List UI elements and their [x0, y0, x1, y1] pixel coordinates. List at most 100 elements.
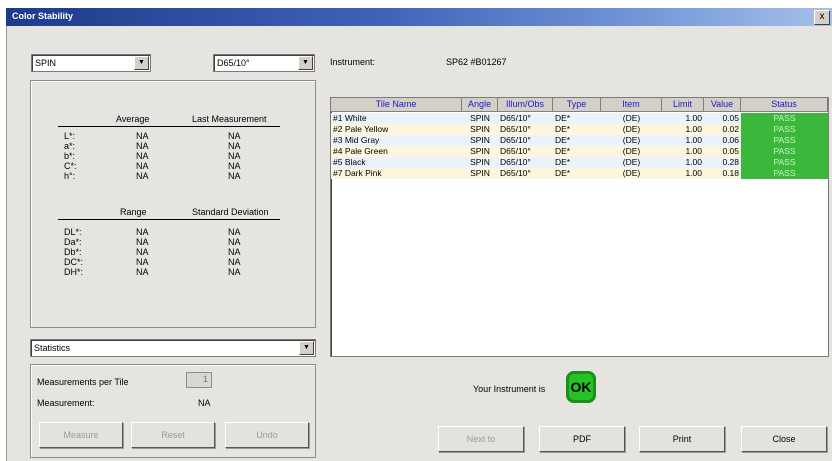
cell-angle: SPIN	[470, 113, 490, 123]
stat-label: a*:	[64, 141, 76, 151]
close-button[interactable]: Close	[741, 426, 827, 452]
chevron-down-icon[interactable]: ▼	[298, 56, 313, 70]
table-row[interactable]: #2 Pale Yellow SPIN D65/10° DE* (DE) 1.00 0.02…	[331, 124, 828, 135]
last-measurement-value: NA	[228, 171, 241, 181]
cell-item: (DE)	[622, 146, 641, 156]
cell-value: 0.05	[722, 146, 739, 156]
cell-angle: SPIN	[470, 157, 490, 167]
chevron-down-icon[interactable]: ▼	[134, 56, 149, 70]
table-row[interactable]: #4 Pale Green SPIN D65/10° DE* (DE) 1.00 0.05 P…	[331, 146, 828, 157]
instrument-value: SP62 #B01267	[446, 57, 507, 67]
cell-limit: 1.00	[685, 168, 702, 178]
cell-limit: 1.00	[685, 146, 702, 156]
last-measurement-value: NA	[228, 141, 241, 151]
stat-label: b*:	[64, 151, 76, 161]
close-window-button[interactable]: x	[814, 10, 830, 25]
illuminant-select[interactable]: D65/10° ▼	[213, 54, 315, 72]
cell-value: 0.05	[722, 113, 739, 123]
average-value: NA	[136, 171, 149, 181]
standard-deviation-value: NA	[228, 257, 241, 267]
instrument-label: Instrument:	[330, 57, 376, 67]
column-header-limit[interactable]: Limit	[662, 98, 704, 112]
last-measurement-header: Last Measurement	[192, 114, 267, 124]
column-header-angle[interactable]: Angle	[462, 98, 498, 112]
measurements-per-tile-label: Measurements per Tile	[37, 377, 129, 387]
cell-tile-name: #2 Pale Yellow	[333, 124, 389, 134]
table-row[interactable]: #3 Mid Gray SPIN D65/10° DE* (DE) 1.00 0.06 PAS…	[331, 135, 828, 146]
cell-type: DE*	[555, 157, 571, 167]
print-button[interactable]: Print	[639, 426, 725, 452]
cell-value: 0.02	[722, 124, 739, 134]
pdf-button[interactable]: PDF	[539, 426, 625, 452]
cell-tile-name: #7 Dark Pink	[333, 168, 382, 178]
view-select-value: Statistics	[34, 343, 71, 353]
cell-tile-name: #3 Mid Gray	[333, 135, 380, 145]
average-value: NA	[136, 131, 149, 141]
chevron-down-icon[interactable]: ▼	[299, 341, 314, 355]
cell-tile-name: #4 Pale Green	[333, 146, 388, 156]
cell-status: PASS	[741, 168, 828, 179]
table-row[interactable]: #1 White SPIN D65/10° DE* (DE) 1.00 0.05 PASS	[331, 113, 828, 124]
cell-type: DE*	[555, 124, 571, 134]
cell-limit: 1.00	[685, 113, 702, 123]
title-bar: Color Stability x	[6, 8, 832, 26]
column-header-type[interactable]: Type	[553, 98, 601, 112]
cell-item: (DE)	[622, 113, 641, 123]
ok-status-badge: OK	[566, 371, 596, 403]
cell-type: DE*	[555, 135, 571, 145]
column-header-illum-obs[interactable]: Illum/Obs	[498, 98, 553, 112]
column-header-status[interactable]: Status	[741, 98, 828, 112]
range-value: NA	[136, 227, 149, 237]
cell-illum-obs: D65/10°	[500, 135, 531, 145]
measurements-per-tile-input[interactable]: 1	[186, 372, 212, 388]
cell-status: PASS	[741, 146, 828, 157]
last-measurement-value: NA	[228, 131, 241, 141]
window-title: Color Stability	[12, 11, 74, 21]
average-value: NA	[136, 141, 149, 151]
reset-button[interactable]: Reset	[131, 422, 215, 448]
table-row[interactable]: #5 Black SPIN D65/10° DE* (DE) 1.00 0.28 PASS	[331, 157, 828, 168]
standard-deviation-value: NA	[228, 267, 241, 277]
stat-label: h°:	[64, 171, 76, 181]
cell-item: (DE)	[622, 157, 641, 167]
results-table[interactable]: Tile Name Angle Illum/Obs Type Item Limit Valu…	[330, 97, 829, 357]
stats-divider-2	[58, 219, 280, 220]
column-header-tile-name[interactable]: Tile Name	[331, 98, 462, 112]
cell-value: 0.18	[722, 168, 739, 178]
angle-select-value: SPIN	[35, 58, 57, 68]
view-select[interactable]: Statistics ▼	[30, 339, 316, 357]
undo-button[interactable]: Undo	[225, 422, 309, 448]
cell-angle: SPIN	[470, 124, 490, 134]
angle-select[interactable]: SPIN ▼	[31, 54, 151, 72]
cell-limit: 1.00	[685, 157, 702, 167]
last-measurement-value: NA	[228, 161, 241, 171]
cell-value: 0.06	[722, 135, 739, 145]
range-header: Range	[120, 207, 147, 217]
column-header-value[interactable]: Value	[704, 98, 741, 112]
cell-status: PASS	[741, 113, 828, 124]
measurement-label: Measurement:	[37, 398, 95, 408]
measurement-value: NA	[198, 398, 211, 408]
cell-type: DE*	[555, 168, 571, 178]
measure-button[interactable]: Measure	[39, 422, 123, 448]
cell-angle: SPIN	[470, 135, 490, 145]
cell-limit: 1.00	[685, 135, 702, 145]
average-value: NA	[136, 151, 149, 161]
range-value: NA	[136, 247, 149, 257]
cell-item: (DE)	[622, 124, 641, 134]
range-value: NA	[136, 237, 149, 247]
measurements-per-tile-value: 1	[202, 374, 208, 384]
next-button[interactable]: Next to	[438, 426, 524, 452]
table-row[interactable]: #7 Dark Pink SPIN D65/10° DE* (DE) 1.00 0.18 PA…	[331, 168, 828, 179]
standard-deviation-value: NA	[228, 247, 241, 257]
standard-deviation-value: NA	[228, 237, 241, 247]
cell-illum-obs: D65/10°	[500, 113, 531, 123]
cell-illum-obs: D65/10°	[500, 168, 531, 178]
column-header-item[interactable]: Item	[601, 98, 662, 112]
average-value: NA	[136, 161, 149, 171]
last-measurement-value: NA	[228, 151, 241, 161]
table-header: Tile Name Angle Illum/Obs Type Item Limit Valu…	[331, 98, 828, 112]
illuminant-select-value: D65/10°	[217, 58, 250, 68]
range-value: NA	[136, 267, 149, 277]
cell-item: (DE)	[622, 168, 641, 178]
